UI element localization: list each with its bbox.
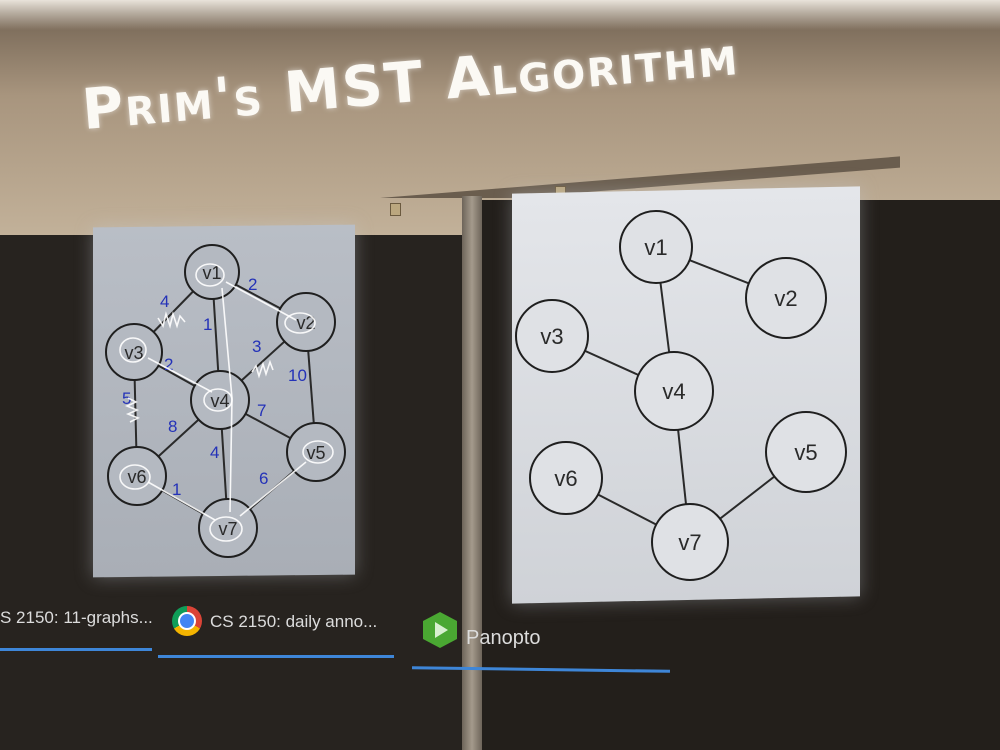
right-node-v2: v2 bbox=[745, 257, 827, 339]
right-node-v1: v1 bbox=[619, 210, 693, 284]
tab-underline bbox=[0, 648, 152, 651]
right-node-v5: v5 bbox=[765, 411, 847, 493]
taskbar-tab-daily-announcements[interactable]: CS 2150: daily anno... bbox=[210, 612, 377, 632]
right-node-v4: v4 bbox=[634, 351, 714, 431]
taskbar-tab-panopto[interactable]: Panopto bbox=[466, 627, 541, 650]
svg-text:v2: v2 bbox=[774, 286, 797, 311]
svg-text:v5: v5 bbox=[794, 440, 817, 465]
svg-text:v3: v3 bbox=[540, 324, 563, 349]
chrome-icon bbox=[172, 606, 202, 636]
tab-underline bbox=[158, 655, 394, 658]
svg-text:v4: v4 bbox=[662, 379, 685, 404]
svg-text:v7: v7 bbox=[678, 530, 701, 555]
svg-text:v6: v6 bbox=[554, 466, 577, 491]
right-node-v3: v3 bbox=[515, 299, 589, 373]
right-node-v7: v7 bbox=[651, 503, 729, 581]
right-node-v6: v6 bbox=[529, 441, 603, 515]
taskbar-tab-graphs[interactable]: S 2150: 11-graphs... bbox=[0, 608, 153, 628]
svg-text:v1: v1 bbox=[644, 235, 667, 260]
